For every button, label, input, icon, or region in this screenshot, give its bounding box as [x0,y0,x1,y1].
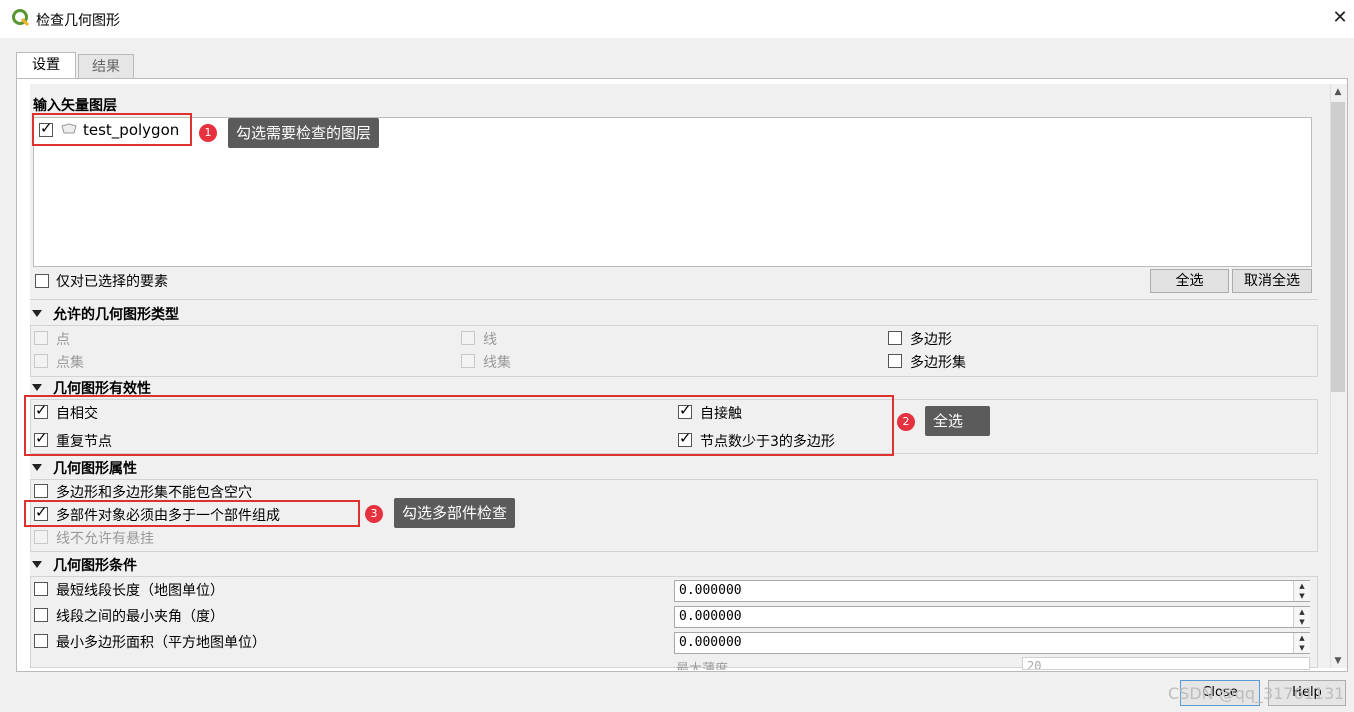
min-angle-input[interactable]: 0.000000 [674,606,1310,628]
type-polygon-label: 多边形 [910,332,952,348]
min-segment-checkbox[interactable] [34,582,48,596]
no-dangles-label: 线不允许有悬挂 [56,531,154,547]
scroll-up-icon[interactable]: ▲ [1330,84,1346,100]
selected-only-checkbox[interactable] [35,274,49,288]
max-thinness-input[interactable]: 20 [1022,657,1310,670]
annotation-callout: 全选 [925,406,990,436]
conditions-heading: 几何图形条件 [53,558,137,574]
type-multipoint-label: 点集 [56,355,84,371]
properties-heading: 几何图形属性 [53,461,137,477]
min-area-input[interactable]: 0.000000 [674,632,1310,654]
type-multipolygon-label: 多边形集 [910,355,966,371]
watermark-text: CSDN @qq_31761131 [1168,684,1345,703]
highlight-box [24,500,360,527]
type-line-label: 线 [483,332,497,348]
annotation-badge: 2 [897,413,915,431]
no-dangles-checkbox[interactable] [34,530,48,544]
type-multipolygon-checkbox[interactable] [888,354,902,368]
type-point-label: 点 [56,332,70,348]
tab-results[interactable]: 结果 [78,54,134,78]
collapse-triangle-icon[interactable] [32,310,42,317]
type-polygon-checkbox[interactable] [888,331,902,345]
type-multiline-checkbox[interactable] [461,354,475,368]
spin-arrows-icon[interactable]: ▲ ▼ [1293,581,1310,601]
tab-settings[interactable]: 设置 [16,52,76,78]
highlight-box [32,113,192,146]
type-multipoint-checkbox[interactable] [34,354,48,368]
select-all-button[interactable]: 全选 [1150,269,1229,293]
qgis-logo-icon [12,9,30,27]
layer-list[interactable] [33,117,1312,267]
type-point-checkbox[interactable] [34,331,48,345]
min-area-checkbox[interactable] [34,634,48,648]
selected-only-label: 仅对已选择的要素 [56,274,168,290]
collapse-triangle-icon[interactable] [32,561,42,568]
scrollbar-thumb[interactable] [1331,102,1345,392]
min-area-value: 0.000000 [679,635,742,650]
deselect-all-button[interactable]: 取消全选 [1232,269,1312,293]
no-holes-checkbox[interactable] [34,484,48,498]
spin-arrows-icon[interactable]: ▲ ▼ [1293,607,1310,627]
title-bar [0,0,1354,38]
allowed-types-heading: 允许的几何图形类型 [53,307,179,323]
min-angle-label: 线段之间的最小夹角（度） [56,609,224,625]
collapse-triangle-icon[interactable] [32,384,42,391]
min-segment-value: 0.000000 [679,583,742,598]
allowed-types-group [30,325,1318,377]
close-window-icon[interactable]: ✕ [1330,7,1350,29]
highlight-box [24,395,894,456]
window-title: 检查几何图形 [36,13,120,29]
min-angle-value: 0.000000 [679,609,742,624]
divider [30,299,1318,300]
min-segment-input[interactable]: 0.000000 [674,580,1310,602]
no-holes-label: 多边形和多边形集不能包含空穴 [56,485,252,501]
type-line-checkbox[interactable] [461,331,475,345]
type-multiline-label: 线集 [483,355,511,371]
input-layer-heading: 输入矢量图层 [33,98,117,114]
annotation-callout: 勾选需要检查的图层 [228,118,380,148]
annotation-callout: 勾选多部件检查 [394,498,516,528]
annotation-badge: 1 [199,124,217,142]
annotation-badge: 3 [365,505,383,523]
collapse-triangle-icon[interactable] [32,464,42,471]
max-thinness-value: 20 [1027,659,1042,670]
spin-arrows-icon[interactable]: ▲ ▼ [1293,633,1310,653]
min-area-label: 最小多边形面积（平方地图单位） [56,635,266,651]
min-segment-label: 最短线段长度（地图单位） [56,583,224,599]
max-thinness-label: 最大薄度 [676,662,729,670]
min-angle-checkbox[interactable] [34,608,48,622]
scroll-down-icon[interactable]: ▼ [1330,653,1346,669]
